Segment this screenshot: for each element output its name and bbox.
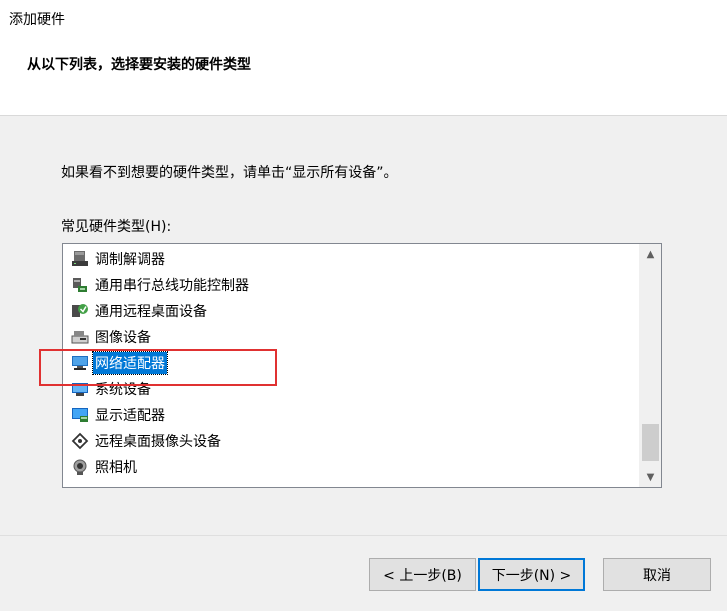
list-item-label: 照相机 xyxy=(95,460,137,476)
list-item-usb-controller[interactable]: 通用串行总线功能控制器 xyxy=(63,272,640,298)
list-item-label: 调制解调器 xyxy=(95,252,165,268)
title-bar: 添加硬件 xyxy=(0,0,727,34)
window-title: 添加硬件 xyxy=(9,12,65,28)
usb-controller-icon xyxy=(71,276,89,294)
list-item-camera[interactable]: 照相机 xyxy=(63,454,640,480)
list-item-label: 系统设备 xyxy=(95,382,151,398)
network-adapter-icon xyxy=(71,354,89,372)
list-item-label: 通用串行总线功能控制器 xyxy=(95,278,249,294)
list-item-display-adapter[interactable]: 显示适配器 xyxy=(63,402,640,428)
list-item-remote-desktop-device[interactable]: 通用远程桌面设备 xyxy=(63,298,640,324)
list-item-label: 图像设备 xyxy=(95,330,151,346)
list-item-system-device[interactable]: 系统设备 xyxy=(63,376,640,402)
imaging-device-icon xyxy=(71,328,89,346)
list-item-label: 远程桌面摄像头设备 xyxy=(95,434,221,450)
modem-icon xyxy=(71,250,89,268)
scroll-up-arrow-icon[interactable]: ▲ xyxy=(640,244,661,264)
list-item-label: 显示适配器 xyxy=(95,408,165,424)
scroll-thumb[interactable] xyxy=(642,424,659,461)
scroll-down-arrow-icon[interactable]: ▼ xyxy=(640,467,661,487)
system-device-icon xyxy=(71,380,89,398)
remote-camera-icon xyxy=(71,432,89,450)
description-text: 如果看不到想要的硬件类型，请单击“显示所有设备”。 xyxy=(61,165,398,181)
header-instruction: 从以下列表，选择要安装的硬件类型 xyxy=(27,57,251,73)
remote-desktop-device-icon xyxy=(71,302,89,320)
list-item-label: 通用远程桌面设备 xyxy=(95,304,207,320)
list-item-network-adapter[interactable]: 网络适配器 xyxy=(63,350,640,376)
next-button[interactable]: 下一步(N) > xyxy=(478,558,585,591)
footer-divider xyxy=(0,535,727,536)
list-item-modem[interactable]: 调制解调器 xyxy=(63,246,640,272)
wizard-header: 从以下列表，选择要安装的硬件类型 xyxy=(0,34,727,116)
camera-icon xyxy=(71,458,89,476)
hardware-types-label: 常见硬件类型(H): xyxy=(61,219,172,235)
list-item-remote-camera[interactable]: 远程桌面摄像头设备 xyxy=(63,428,640,454)
cancel-button[interactable]: 取消 xyxy=(603,558,711,591)
list-item-imaging-device[interactable]: 图像设备 xyxy=(63,324,640,350)
back-button[interactable]: < 上一步(B) xyxy=(369,558,476,591)
list-scrollbar[interactable]: ▲ ▼ xyxy=(639,244,661,487)
hardware-types-list[interactable]: 调制解调器 通用串行总线功能控制器 通用远程桌面设备 图像设备 网络适配器 系统… xyxy=(62,243,662,488)
display-adapter-icon xyxy=(71,406,89,424)
list-item-label: 网络适配器 xyxy=(92,351,168,375)
